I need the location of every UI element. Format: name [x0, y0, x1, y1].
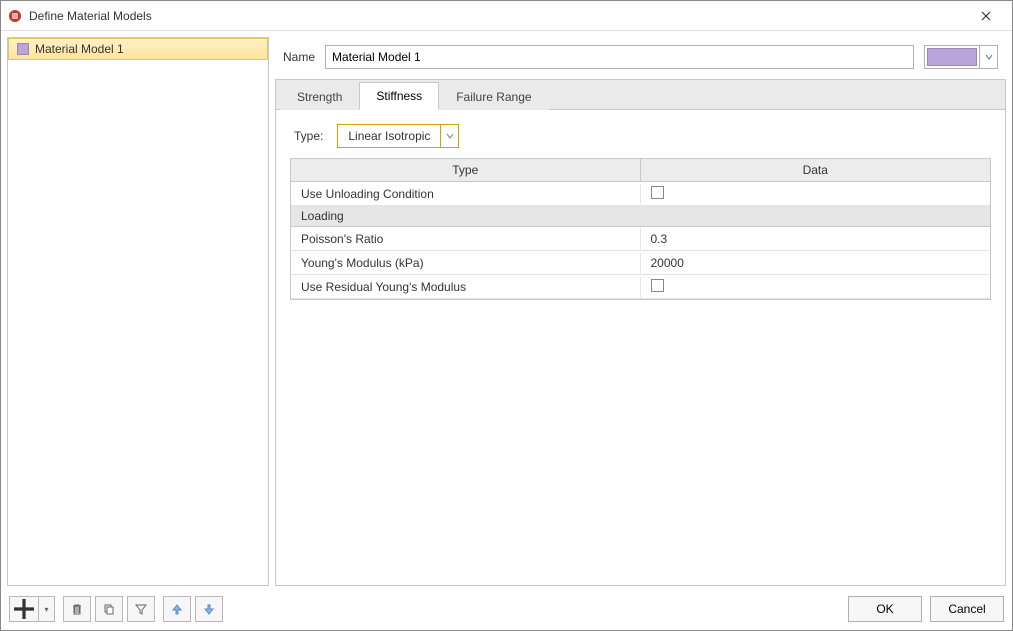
dialog-window: Define Material Models Material Model 1 …	[0, 0, 1013, 631]
col-header-data: Data	[641, 159, 991, 181]
add-button-dropdown[interactable]: ▾	[38, 597, 54, 621]
main-split: Material Model 1 Name Stren	[7, 37, 1006, 586]
prop-label: Use Unloading Condition	[291, 184, 641, 204]
name-input[interactable]	[325, 45, 914, 69]
type-select-value: Linear Isotropic	[338, 129, 440, 143]
tab-stiffness[interactable]: Stiffness	[359, 82, 439, 110]
prop-value[interactable]	[641, 183, 991, 205]
titlebar: Define Material Models	[1, 1, 1012, 31]
tab-strip: Strength Stiffness Failure Range	[275, 79, 1006, 109]
app-icon	[7, 8, 23, 24]
add-button-main[interactable]	[10, 597, 38, 621]
copy-button[interactable]	[95, 596, 123, 622]
type-select-dropdown[interactable]	[440, 125, 458, 147]
move-up-button[interactable]	[163, 596, 191, 622]
type-row: Type: Linear Isotropic	[290, 124, 991, 148]
cancel-button[interactable]: Cancel	[930, 596, 1004, 622]
tab-failure-range[interactable]: Failure Range	[439, 83, 548, 110]
color-picker[interactable]	[924, 45, 998, 69]
prop-value-poissons-ratio[interactable]: 0.3	[641, 229, 991, 249]
material-color-swatch	[17, 43, 29, 55]
color-picker-dropdown[interactable]	[979, 46, 997, 68]
prop-label: Use Residual Young's Modulus	[291, 277, 641, 297]
material-item-label: Material Model 1	[35, 42, 124, 56]
move-down-button[interactable]	[195, 596, 223, 622]
prop-label: Young's Modulus (kPa)	[291, 253, 641, 273]
material-list-item[interactable]: Material Model 1	[8, 38, 268, 60]
checkbox-unloading-condition[interactable]	[651, 186, 664, 199]
editor-panel: Name Strength Stiffness Failure Range	[275, 37, 1006, 586]
material-list[interactable]: Material Model 1	[7, 37, 269, 586]
client-area: Material Model 1 Name Stren	[1, 31, 1012, 630]
properties-table: Type Data Use Unloading Condition Loadin…	[290, 158, 991, 300]
properties-table-header: Type Data	[291, 159, 990, 182]
tabs: Strength Stiffness Failure Range Type: L…	[275, 79, 1006, 586]
type-label: Type:	[294, 129, 323, 143]
prop-label: Poisson's Ratio	[291, 229, 641, 249]
table-row[interactable]: Poisson's Ratio 0.3	[291, 227, 990, 251]
checkbox-residual-youngs-modulus[interactable]	[651, 279, 664, 292]
tool-group-edit: ▾	[9, 596, 55, 622]
tool-group-move	[163, 596, 223, 622]
tab-strength[interactable]: Strength	[280, 83, 359, 110]
bottom-toolbar: ▾	[7, 592, 1006, 624]
name-label: Name	[283, 50, 315, 64]
col-header-type: Type	[291, 159, 641, 181]
prop-value-youngs-modulus[interactable]: 20000	[641, 253, 991, 273]
prop-value[interactable]	[641, 276, 991, 298]
window-title: Define Material Models	[29, 9, 966, 23]
delete-button[interactable]	[63, 596, 91, 622]
tool-group-item	[63, 596, 155, 622]
table-row[interactable]: Use Unloading Condition	[291, 182, 990, 206]
table-group-loading: Loading	[291, 206, 990, 227]
color-picker-swatch	[927, 48, 977, 66]
ok-button[interactable]: OK	[848, 596, 922, 622]
close-button[interactable]	[966, 2, 1006, 30]
name-row: Name	[275, 37, 1006, 79]
add-button[interactable]: ▾	[9, 596, 55, 622]
type-select[interactable]: Linear Isotropic	[337, 124, 459, 148]
tab-content-stiffness: Type: Linear Isotropic Type	[275, 109, 1006, 586]
filter-button[interactable]	[127, 596, 155, 622]
table-row[interactable]: Use Residual Young's Modulus	[291, 275, 990, 299]
table-row[interactable]: Young's Modulus (kPa) 20000	[291, 251, 990, 275]
